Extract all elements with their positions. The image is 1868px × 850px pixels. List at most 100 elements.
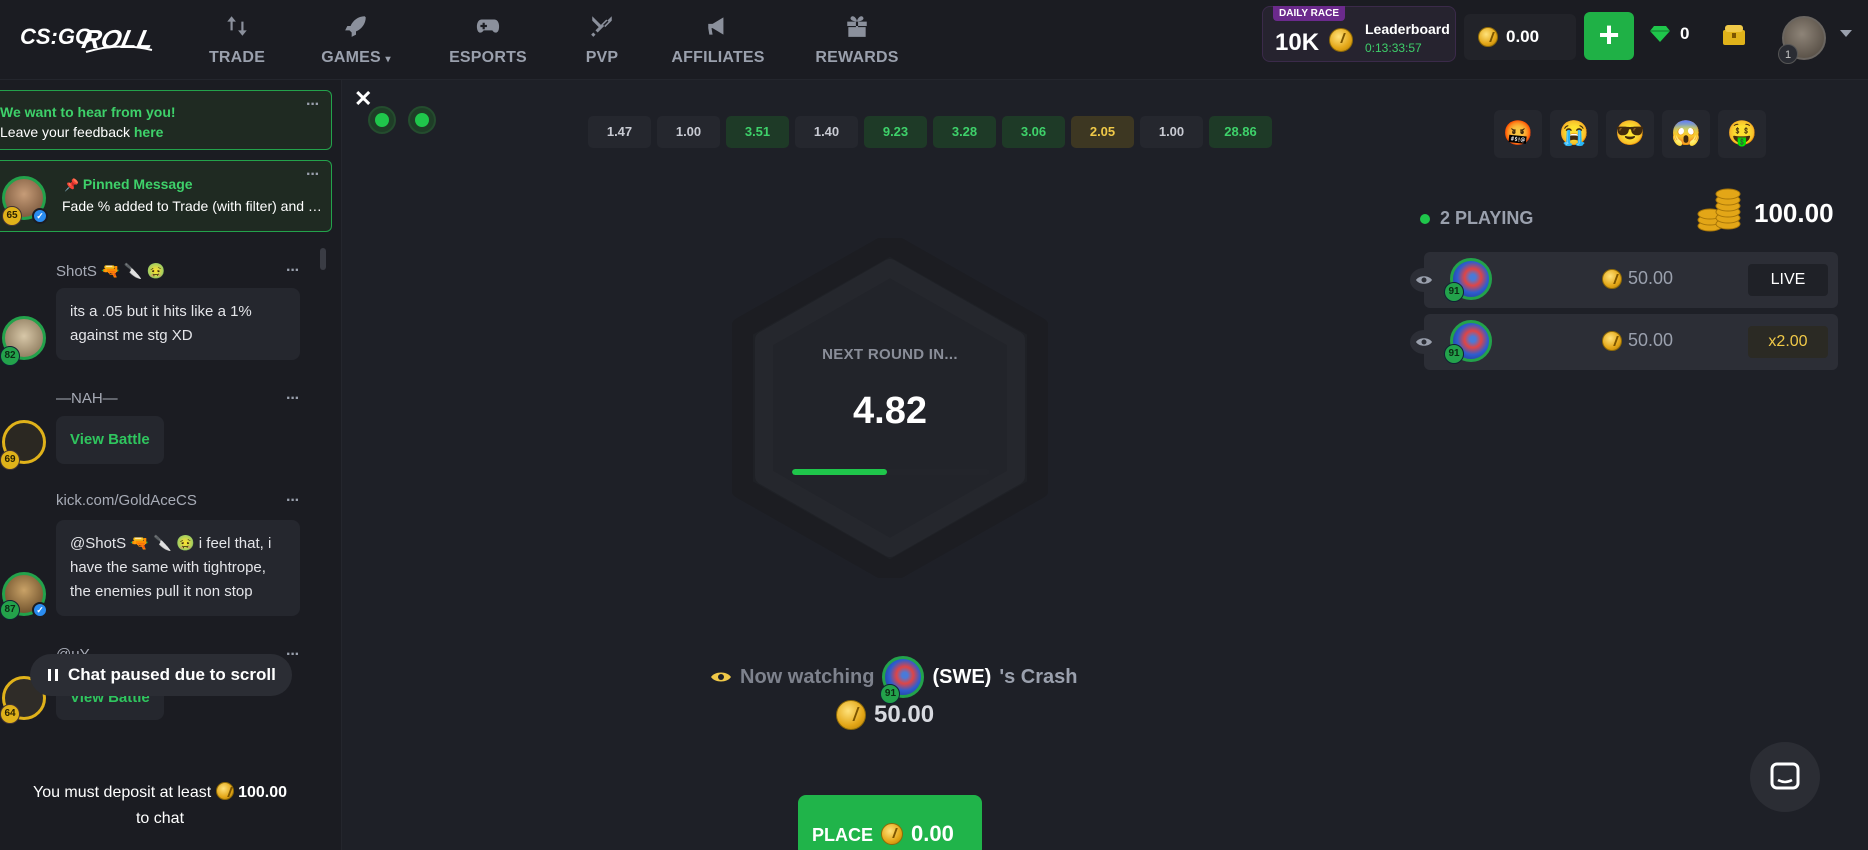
- support-chat-button[interactable]: [1750, 742, 1820, 812]
- race-timer: 0:13:33:57: [1365, 41, 1422, 55]
- verified-icon: ✓: [32, 602, 48, 618]
- emoji-crying-button[interactable]: 😭: [1550, 110, 1598, 158]
- place-bet-amount: 0.00: [911, 821, 954, 846]
- nav-esports[interactable]: ESPORTS: [449, 0, 527, 80]
- crash-history-item[interactable]: 1.00: [1140, 116, 1203, 148]
- message-author[interactable]: kick.com/GoldAceCS: [56, 492, 197, 509]
- pot-total: 100.00: [1754, 198, 1834, 228]
- emoji-cool-button[interactable]: 😎: [1606, 110, 1654, 158]
- player-avatar-wrap[interactable]: 91: [880, 656, 925, 704]
- view-battle-link[interactable]: View Battle: [70, 431, 150, 448]
- player-bet: 50.00: [1602, 330, 1673, 351]
- message-bubble: @ShotS 🔫 🔪 🤢 i feel that, i have the sam…: [56, 520, 300, 616]
- chat-bubble-icon: [1770, 762, 1800, 790]
- crash-history: 1.47 1.00 3.51 1.40 9.23 3.28 3.06 2.05 1.00 28.8…: [588, 116, 1272, 148]
- pinned-title: 📌 Pinned Message: [64, 176, 193, 192]
- gem-icon: [1650, 26, 1670, 42]
- crash-history-item[interactable]: 3.51: [726, 116, 789, 148]
- deposit-button[interactable]: +: [1584, 12, 1634, 60]
- place-bet-button[interactable]: PLACE 0.00: [798, 795, 982, 850]
- player-row[interactable]: 91 50.00 LIVE: [1410, 252, 1838, 308]
- eye-icon: [711, 672, 731, 682]
- player-name[interactable]: (SWE): [932, 666, 991, 689]
- verified-icon: ✓: [32, 208, 48, 224]
- live-dot-icon: [1420, 213, 1430, 224]
- crash-history-item[interactable]: 3.28: [933, 116, 996, 148]
- nav-games[interactable]: GAMES ▾: [320, 0, 392, 80]
- feedback-text: Leave your feedback here: [0, 124, 164, 140]
- crash-history-item[interactable]: 28.86: [1209, 116, 1272, 148]
- level-badge: 65: [2, 206, 22, 226]
- level-badge: 82: [0, 346, 20, 366]
- player-status: LIVE: [1748, 264, 1828, 296]
- csgoroll-logo[interactable]: CS:GO ROLL: [18, 14, 154, 58]
- more-options-icon[interactable]: ···: [286, 262, 300, 280]
- leaderboard-label: Leaderboard: [1365, 21, 1450, 37]
- crash-history-item[interactable]: 1.40: [795, 116, 858, 148]
- rocket-icon: [345, 16, 366, 37]
- crash-history-item[interactable]: 9.23: [864, 116, 927, 148]
- watching-bet-amount: 50.00: [874, 701, 935, 728]
- chevron-down-icon[interactable]: [1840, 30, 1852, 37]
- emoji-money-button[interactable]: 🤑: [1718, 110, 1766, 158]
- svg-text:ROLL: ROLL: [80, 24, 154, 54]
- nav-label: ESPORTS: [449, 49, 527, 66]
- crash-history-item[interactable]: 2.05: [1071, 116, 1134, 148]
- countdown-label: NEXT ROUND IN...: [822, 346, 958, 363]
- pin-icon: 📌: [64, 178, 79, 192]
- nav-trade[interactable]: TRADE: [209, 0, 265, 80]
- gamepad-icon: [476, 19, 500, 33]
- more-options-icon[interactable]: ···: [286, 390, 300, 408]
- eye-icon[interactable]: [1410, 330, 1438, 354]
- nav-rewards[interactable]: REWARDS: [815, 0, 898, 80]
- message-bubble: its a .05 but it hits like a 1% against …: [56, 288, 300, 360]
- close-icon[interactable]: ✕: [354, 86, 372, 112]
- emoji-scream-button[interactable]: 😱: [1662, 110, 1710, 158]
- coin-icon: [1329, 28, 1353, 52]
- more-options-icon[interactable]: ···: [286, 646, 300, 664]
- crash-history-item[interactable]: 3.06: [1002, 116, 1065, 148]
- now-watching-label: Now watching: [740, 665, 875, 688]
- emoji-angry-button[interactable]: 🤬: [1494, 110, 1542, 158]
- pause-icon: [48, 669, 58, 681]
- status-indicator: [368, 106, 396, 134]
- message-author[interactable]: —NAH—: [56, 390, 118, 407]
- crash-history-item[interactable]: 1.00: [657, 116, 720, 148]
- chat-scrollbar[interactable]: [320, 248, 326, 270]
- nav-pvp[interactable]: PVP: [584, 0, 620, 80]
- message-author[interactable]: ShotS 🔫 🔪 🤢: [56, 262, 165, 280]
- coin-icon: [1602, 330, 1622, 351]
- players-count: 2 PLAYING: [1420, 208, 1533, 229]
- daily-race-tag: DAILY RACE: [1273, 6, 1346, 21]
- chest-icon[interactable]: [1722, 24, 1746, 46]
- pinned-message: [0, 160, 332, 232]
- watching-bet: 50.00: [836, 700, 934, 730]
- countdown-progress-fill: [792, 469, 888, 475]
- player-multiplier: x2.00: [1748, 326, 1828, 358]
- megaphone-icon: [708, 17, 724, 35]
- feedback-banner: We want to hear from you! Leave your fee…: [0, 90, 332, 150]
- race-amount: 10K: [1275, 29, 1320, 56]
- nav-label: PVP: [585, 49, 619, 66]
- player-row[interactable]: 91 50.00 x2.00: [1410, 314, 1838, 370]
- daily-race-widget[interactable]: DAILY RACE 10K Leaderboard 0:13:33:57: [1262, 6, 1456, 62]
- balance-display[interactable]: 0.00: [1464, 14, 1576, 60]
- more-options-icon[interactable]: ···: [286, 492, 300, 510]
- feedback-link[interactable]: here: [134, 124, 164, 140]
- level-badge: 87: [0, 600, 20, 620]
- balance-value: 0.00: [1506, 27, 1540, 46]
- more-options-icon[interactable]: ···: [306, 166, 320, 184]
- chat-paused-button[interactable]: Chat paused due to scroll: [30, 654, 292, 696]
- gems-display[interactable]: 0: [1650, 24, 1689, 44]
- chat-paused-label: Chat paused due to scroll: [68, 665, 276, 684]
- countdown-value: 4.82: [853, 390, 927, 432]
- gems-value: 0: [1680, 24, 1690, 43]
- crash-history-item[interactable]: 1.47: [588, 116, 651, 148]
- game-name: 's Crash: [999, 665, 1078, 688]
- nav-affiliates[interactable]: AFFILIATES: [671, 0, 764, 80]
- gift-icon: [847, 16, 867, 37]
- more-options-icon[interactable]: ···: [306, 96, 320, 114]
- countdown-progress: [792, 469, 990, 475]
- level-badge: 64: [0, 704, 20, 724]
- eye-icon[interactable]: [1410, 268, 1438, 292]
